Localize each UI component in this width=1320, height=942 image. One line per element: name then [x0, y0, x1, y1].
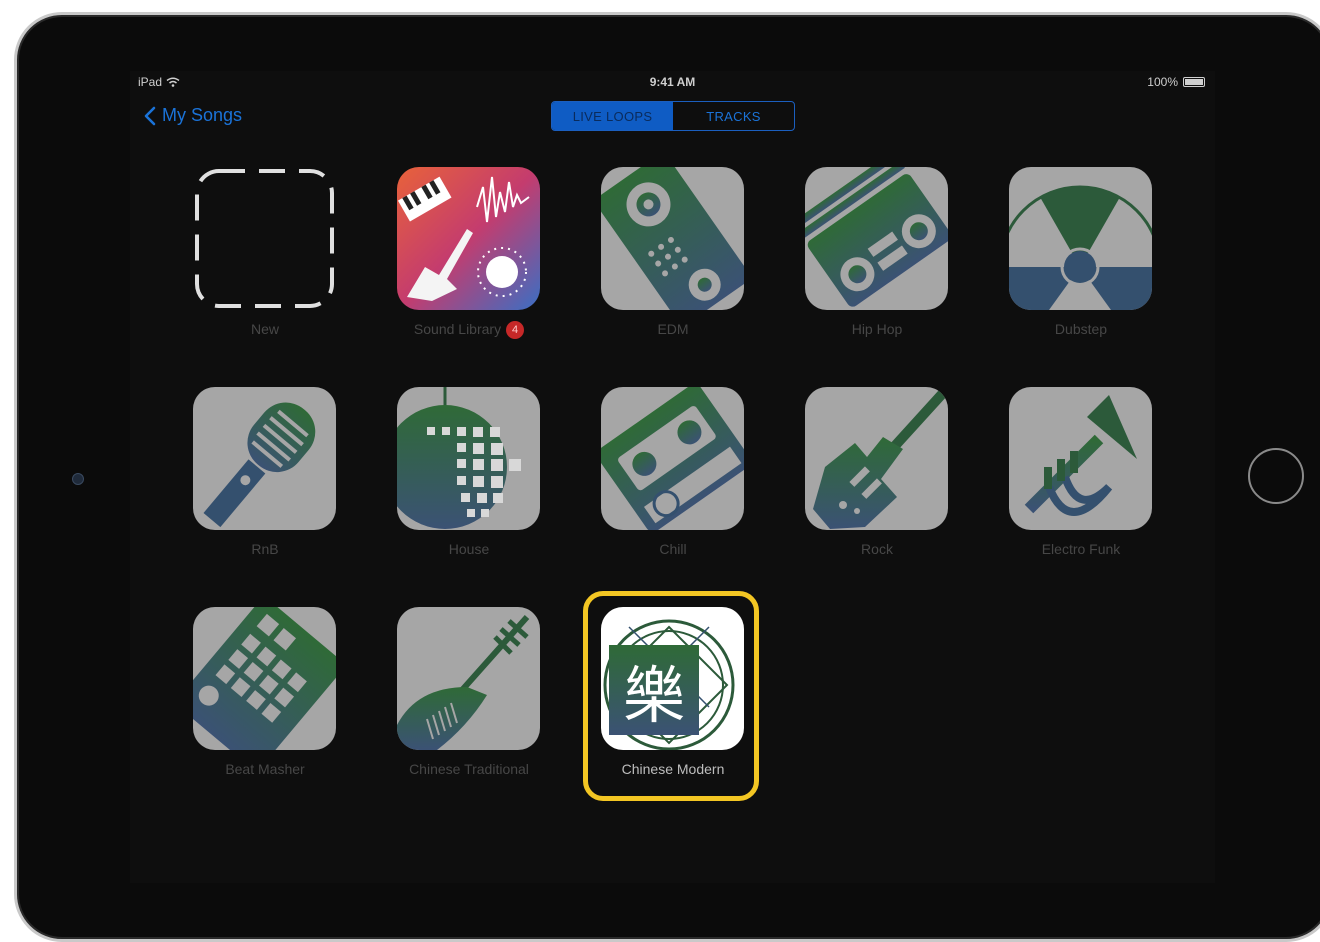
tab-live-loops[interactable]: LIVE LOOPS: [552, 102, 673, 130]
template-beat-masher[interactable]: Beat Masher: [130, 607, 336, 797]
template-new[interactable]: New: [130, 167, 334, 357]
status-bar: iPad 9:41 AM 100%: [130, 71, 1215, 93]
chill-cassette-icon: [601, 387, 744, 530]
template-rock[interactable]: Rock: [742, 387, 948, 577]
back-button[interactable]: My Songs: [144, 105, 242, 126]
template-chill[interactable]: Chill: [538, 387, 744, 577]
battery-percent: 100%: [1147, 75, 1178, 89]
template-chinese-modern[interactable]: 樂 Chinese Modern: [538, 607, 744, 797]
sound-library-icon: [397, 167, 540, 310]
rnb-microphone-icon: [193, 387, 336, 530]
rock-guitar-icon: [805, 387, 948, 530]
template-label: Chinese Modern: [621, 761, 725, 777]
template-sound-library[interactable]: Sound Library 4: [334, 167, 540, 357]
house-disco-ball-icon: [397, 387, 540, 530]
clock: 9:41 AM: [649, 75, 696, 89]
template-dubstep[interactable]: Dubstep: [946, 167, 1152, 357]
battery-icon: [1183, 77, 1205, 87]
edm-icon: [601, 167, 744, 310]
dubstep-icon: [1009, 167, 1152, 310]
front-camera: [72, 473, 84, 485]
beat-masher-icon: [193, 607, 336, 750]
template-label: Dubstep: [1054, 321, 1108, 337]
new-template-icon: [193, 167, 336, 310]
template-hip-hop[interactable]: Hip Hop: [742, 167, 948, 357]
template-chinese-traditional[interactable]: Chinese Traditional: [334, 607, 540, 797]
template-rnb[interactable]: RnB: [130, 387, 336, 577]
electro-funk-trumpet-icon: [1009, 387, 1152, 530]
template-house[interactable]: House: [334, 387, 540, 577]
template-edm[interactable]: EDM: [538, 167, 744, 357]
screen: iPad 9:41 AM 100% My Songs LIVE LOOPS TR…: [130, 71, 1215, 883]
new-items-badge: 4: [506, 321, 525, 340]
home-button[interactable]: [1248, 448, 1304, 504]
chinese-modern-icon: 樂: [601, 607, 744, 750]
hip-hop-icon: [805, 167, 948, 310]
view-segmented-control: LIVE LOOPS TRACKS: [551, 101, 795, 131]
template-label: Electro Funk: [1041, 541, 1121, 557]
back-label: My Songs: [162, 105, 243, 125]
template-electro-funk[interactable]: Electro Funk: [946, 387, 1152, 577]
chevron-left-icon: [144, 106, 156, 125]
tab-tracks[interactable]: TRACKS: [673, 102, 794, 130]
yue-character-glyph: 樂: [622, 659, 685, 732]
chinese-traditional-pipa-icon: [397, 607, 540, 750]
